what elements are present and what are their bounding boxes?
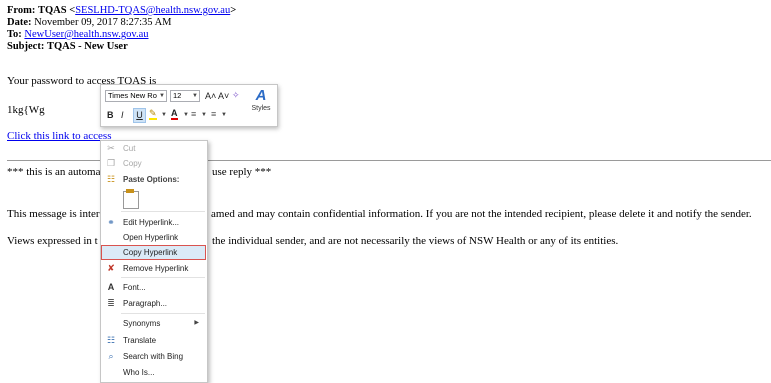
menu-header-paste-options: ☷ Paste Options: xyxy=(101,172,205,187)
menu-item-label: Cut xyxy=(123,144,136,153)
menu-item-label: Paragraph... xyxy=(123,299,168,308)
subject-label: Subject: xyxy=(7,41,45,52)
menu-item-label: Translate xyxy=(123,336,157,345)
header-date: Date: November 09, 2017 8:27:35 AM xyxy=(7,17,767,29)
highlight-icon[interactable]: ✎ xyxy=(149,109,157,120)
menu-item-synonyms[interactable]: Synonyms ▶ xyxy=(101,316,205,331)
scissors-icon: ✂ xyxy=(107,143,115,153)
auto-line-end: use reply *** xyxy=(212,166,272,178)
menu-item-copy[interactable]: ❐ Copy xyxy=(101,156,205,171)
paste-icon: ☷ xyxy=(106,174,116,184)
menu-item-edit-hyperlink[interactable]: ⚭ Edit Hyperlink... xyxy=(101,215,205,230)
menu-item-search-with-bing[interactable]: ⌕ Search with Bing xyxy=(101,349,205,364)
font-size-combo[interactable]: 12 ▼ xyxy=(170,90,200,102)
header-from: From: TQAS <SESLHD-TQAS@health.nsw.gov.a… xyxy=(7,5,767,17)
numbering-icon[interactable]: ≡ xyxy=(211,108,216,120)
auto-line-start: *** this is an automa xyxy=(7,166,101,178)
menu-item-translate[interactable]: ☷ Translate xyxy=(101,333,205,348)
italic-button[interactable]: I xyxy=(121,109,124,121)
copy-icon: ❐ xyxy=(106,158,116,168)
chevron-down-icon[interactable]: ▼ xyxy=(201,109,207,121)
menu-item-label: Font... xyxy=(123,283,146,292)
message-line-end: amed and may contain confidential inform… xyxy=(211,208,752,220)
chevron-down-icon[interactable]: ▼ xyxy=(183,109,189,121)
menu-item-label: Edit Hyperlink... xyxy=(123,218,180,227)
menu-item-label: Open Hyperlink xyxy=(123,233,179,242)
menu-item-label: Who Is... xyxy=(123,368,155,377)
styles-button[interactable]: A Styles xyxy=(247,87,275,123)
menu-separator xyxy=(121,277,205,278)
from-close: > xyxy=(230,5,237,16)
header-subject: Subject: TQAS - New User xyxy=(7,41,767,53)
grow-font-button[interactable]: A˄ xyxy=(205,90,216,102)
menu-item-label: Paste Options: xyxy=(123,175,180,184)
menu-item-label: Copy Hyperlink xyxy=(123,248,178,257)
menu-item-open-hyperlink[interactable]: Open Hyperlink xyxy=(101,230,205,245)
paste-keep-text-only-icon[interactable] xyxy=(123,189,139,209)
font-name-combo[interactable]: Times New Ro ▼ xyxy=(105,90,167,102)
search-icon: ⌕ xyxy=(108,351,114,361)
chevron-down-icon: ▼ xyxy=(192,93,198,99)
chevron-down-icon[interactable]: ▼ xyxy=(161,109,167,121)
views-line-start: Views expressed in t xyxy=(7,235,98,247)
views-line-end: the individual sender, and are not neces… xyxy=(212,235,619,247)
menu-item-label: Copy xyxy=(123,159,142,168)
to-label: To: xyxy=(7,29,22,40)
email-body: From: TQAS <SESLHD-TQAS@health.nsw.gov.a… xyxy=(7,5,767,53)
translate-icon: ☷ xyxy=(106,335,116,345)
mini-toolbar: Times New Ro ▼ 12 ▼ A˄ A˅ ✧ B I U ✎ ▼ A … xyxy=(100,84,278,127)
chevron-down-icon: ▼ xyxy=(159,93,165,99)
menu-item-who-is[interactable]: Who Is... xyxy=(101,365,205,380)
date-label: Date: xyxy=(7,17,32,28)
menu-item-font[interactable]: A Font... xyxy=(101,280,205,295)
font-color-icon[interactable]: A xyxy=(171,108,178,120)
message-line-start: This message is inter xyxy=(7,208,100,220)
clipboard-clip-icon xyxy=(126,189,134,193)
font-size-value: 12 xyxy=(173,91,182,100)
subject-value: TQAS - New User xyxy=(46,41,128,52)
bullets-icon[interactable]: ≡ xyxy=(191,108,196,120)
context-menu: ✂ Cut ❐ Copy ☷ Paste Options: ⚭ Edit Hyp… xyxy=(100,140,208,383)
clear-formatting-icon[interactable]: ✧ xyxy=(232,89,240,101)
date-value: November 09, 2017 8:27:35 AM xyxy=(34,17,172,28)
menu-separator xyxy=(121,211,205,212)
font-icon: A xyxy=(107,282,115,292)
shrink-font-button[interactable]: A˅ xyxy=(218,90,229,102)
from-email-link[interactable]: SESLHD-TQAS@health.nsw.gov.au xyxy=(75,5,230,16)
menu-separator xyxy=(121,313,205,314)
menu-item-cut[interactable]: ✂ Cut xyxy=(101,141,205,156)
bold-button[interactable]: B xyxy=(107,109,114,121)
font-name-value: Times New Ro xyxy=(108,91,157,100)
menu-item-remove-hyperlink[interactable]: ✘ Remove Hyperlink xyxy=(101,261,205,276)
paragraph-icon: ≣ xyxy=(107,298,115,308)
styles-icon: A xyxy=(255,87,267,104)
menu-item-label: Search with Bing xyxy=(123,352,184,361)
menu-item-paragraph[interactable]: ≣ Paragraph... xyxy=(101,296,205,311)
menu-item-label: Remove Hyperlink xyxy=(123,264,189,273)
to-email-link[interactable]: NewUser@health.nsw.gov.au xyxy=(24,29,148,40)
remove-hyperlink-icon: ✘ xyxy=(107,263,115,273)
styles-label: Styles xyxy=(251,105,271,112)
menu-item-label: Synonyms xyxy=(123,319,161,328)
from-label: From: xyxy=(7,5,36,16)
chevron-down-icon[interactable]: ▼ xyxy=(221,109,227,121)
menu-item-copy-hyperlink[interactable]: Copy Hyperlink xyxy=(101,245,206,260)
access-link[interactable]: Click this link to access xyxy=(7,130,111,142)
header-to: To: NewUser@health.nsw.gov.au xyxy=(7,29,767,41)
password-code: 1kg{Wg xyxy=(7,104,45,116)
submenu-arrow-icon: ▶ xyxy=(194,320,199,326)
underline-button[interactable]: U xyxy=(133,108,146,123)
edit-hyperlink-icon: ⚭ xyxy=(107,217,115,227)
from-name: TQAS < xyxy=(38,5,76,16)
